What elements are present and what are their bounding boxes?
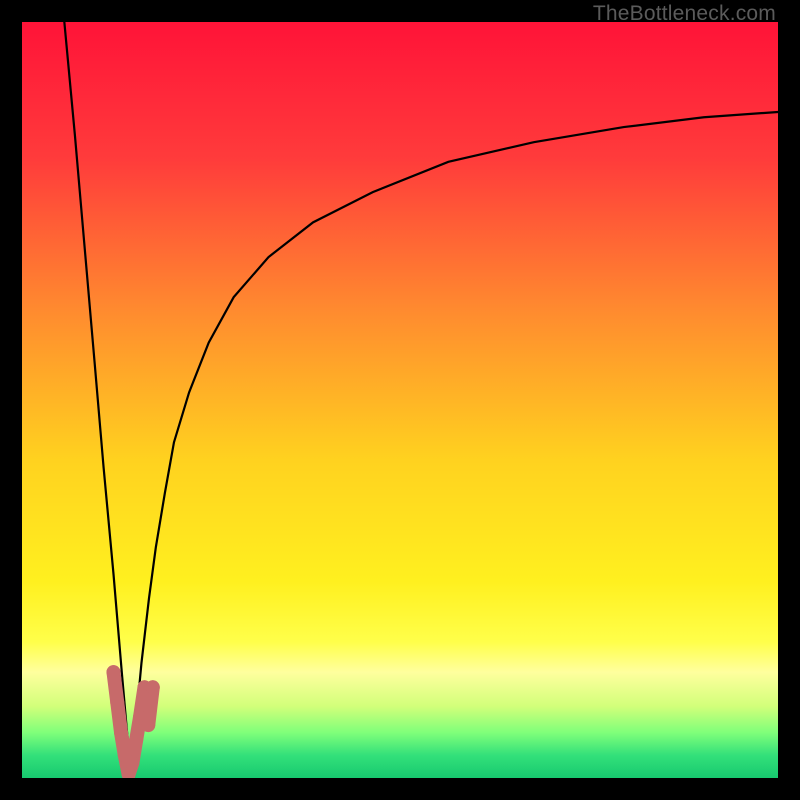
curves-layer	[22, 22, 778, 778]
left-branch-curve	[64, 22, 131, 778]
chart-frame: TheBottleneck.com	[0, 0, 800, 800]
plot-area	[22, 22, 778, 778]
right-branch-curve	[132, 112, 778, 778]
